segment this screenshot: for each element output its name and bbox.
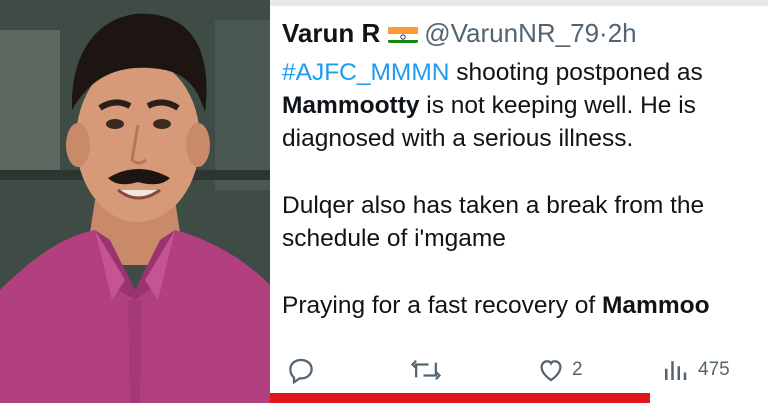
tweet-line: Dulqer also has taken a break from the [282,192,705,219]
retweet-button[interactable] [410,355,442,385]
tweet-line: Praying for a fast recovery of Mammoo [282,289,768,322]
tweet-text-segment: shooting postponed as [449,59,703,86]
views-count: 475 [698,359,730,380]
tweet-line: #AJFC_MMMN shooting postponed as [282,56,768,89]
bold-name: Mammoo [602,292,710,319]
tweet-time[interactable]: 2h [608,18,637,48]
reply-button[interactable] [286,355,316,385]
retweet-icon [410,359,442,381]
views-icon [665,361,687,380]
heart-icon [540,360,562,382]
tweet-text-segment: Praying for a fast recovery of [282,292,602,319]
person-photo [0,0,270,403]
like-count: 2 [572,359,583,380]
like-button[interactable]: 2 [536,355,583,385]
views-button[interactable]: 475 [660,355,730,385]
tweet-text-segment: is not keeping well. He is [419,92,696,119]
tweet-line: schedule of i'mgame [282,225,506,252]
tweet-line: diagnosed with a serious illness. [282,125,634,152]
tweet-card: Varun R @VarunNR_79·2h #AJFC_MMMN shootin… [270,0,768,403]
hashtag-link[interactable]: #AJFC_MMMN [282,59,449,86]
bold-name: Mammootty [282,92,420,119]
india-flag-icon [388,23,419,44]
author-handle[interactable]: @VarunNR_79 [424,18,599,48]
tweet-actions: 2 475 [270,355,768,395]
author-name[interactable]: Varun R [282,18,380,48]
reply-icon [289,358,313,385]
tweet-header: Varun R @VarunNR_79·2h [282,18,637,48]
tweet-line: Mammootty is not keeping well. He is [282,89,768,122]
card-top-border [270,0,768,6]
tweet-text: #AJFC_MMMN shooting postponed as Mammoot… [282,56,768,322]
portrait-illustration [0,0,270,403]
meta-separator: · [599,18,608,48]
accent-bar [270,393,650,403]
